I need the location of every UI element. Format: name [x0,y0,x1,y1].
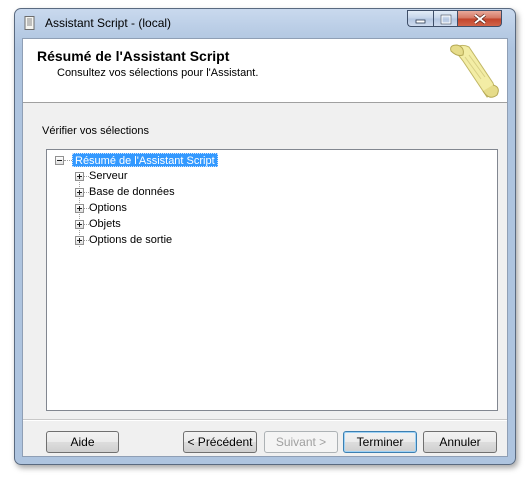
previous-button[interactable]: < Précédent [183,431,257,453]
expand-icon[interactable] [75,236,84,245]
window-title: Assistant Script - (local) [45,16,172,30]
tree-node-server[interactable]: Serveur [75,169,275,184]
maximize-icon [440,14,452,25]
cancel-button[interactable]: Annuler [423,431,497,453]
wizard-window: Assistant Script - (local) Résumé de l'A… [14,8,516,465]
collapse-icon[interactable] [55,156,64,165]
page-header: Résumé de l'Assistant Script Consultez v… [23,39,507,103]
tree-node-output-options[interactable]: Options de sortie [75,233,275,248]
tree-root-node[interactable]: Résumé de l'Assistant Script [55,153,255,168]
summary-tree[interactable]: Résumé de l'Assistant Script Serveur Bas… [46,149,498,411]
help-button[interactable]: Aide [46,431,119,453]
tree-node-label[interactable]: Options de sortie [89,233,172,248]
page-title: Résumé de l'Assistant Script [37,48,230,64]
footer-divider [23,419,507,421]
minimize-icon [415,19,426,24]
tree-node-label[interactable]: Serveur [89,169,128,184]
close-button[interactable] [458,10,502,27]
expand-icon[interactable] [75,204,84,213]
expand-icon[interactable] [75,172,84,181]
tree-node-options[interactable]: Options [75,201,275,216]
scroll-icon [450,44,499,98]
verify-selections-label: Vérifier vos sélections [42,125,149,137]
tree-node-label[interactable]: Base de données [89,185,175,200]
expand-icon[interactable] [75,220,84,229]
next-button[interactable]: Suivant > [264,431,338,453]
app-script-icon [24,16,35,30]
dialog-client-area: Résumé de l'Assistant Script Consultez v… [22,38,508,457]
title-bar[interactable]: Assistant Script - (local) [15,9,515,37]
tree-node-label[interactable]: Objets [89,217,121,232]
maximize-button[interactable] [433,10,458,27]
minimize-button[interactable] [407,10,433,27]
finish-button[interactable]: Terminer [343,431,417,453]
tree-node-database[interactable]: Base de données [75,185,275,200]
tree-node-objects[interactable]: Objets [75,217,275,232]
expand-icon[interactable] [75,188,84,197]
page-subtitle: Consultez vos sélections pour l'Assistan… [57,67,259,79]
close-icon [474,13,486,25]
tree-node-label[interactable]: Options [89,201,127,216]
tree-root-label[interactable]: Résumé de l'Assistant Script [72,153,218,167]
